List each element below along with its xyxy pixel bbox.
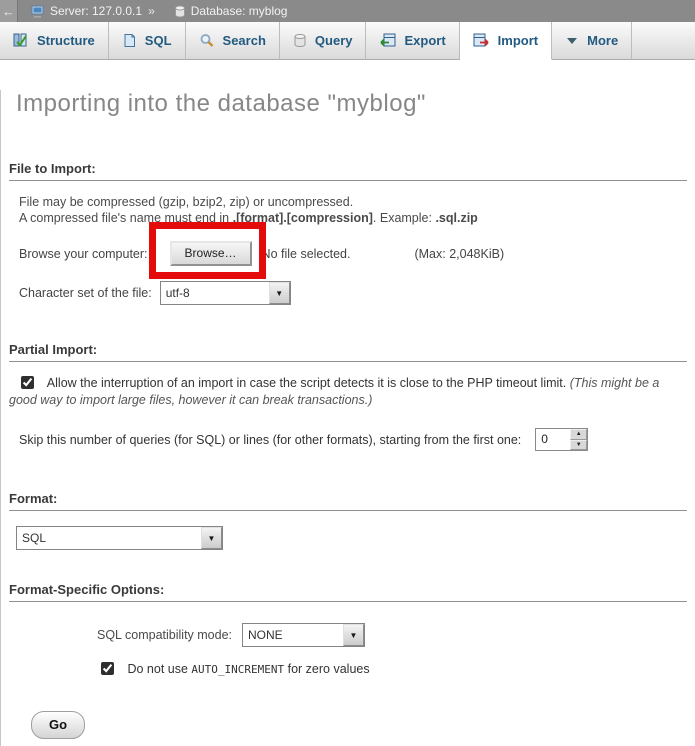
go-button[interactable]: Go xyxy=(31,711,85,739)
browse-row: Browse your computer: Browse… No file se… xyxy=(19,241,695,266)
charset-label: Character set of the file: xyxy=(19,286,152,300)
browse-label: Browse your computer: xyxy=(19,247,148,261)
auto-increment-label-pre: Do not use xyxy=(127,662,191,676)
tab-more[interactable]: More xyxy=(552,22,632,60)
export-icon xyxy=(379,33,396,48)
tab-label: Search xyxy=(223,33,266,48)
no-file-selected-text: No file selected. xyxy=(262,247,351,261)
auto-increment-row: Do not use AUTO_INCREMENT for zero value… xyxy=(97,659,695,678)
sql-page-icon xyxy=(122,33,137,48)
section-heading-format-options: Format-Specific Options: xyxy=(9,582,687,602)
auto-increment-code: AUTO_INCREMENT xyxy=(191,663,284,676)
back-button[interactable]: ← xyxy=(0,0,18,22)
breadcrumb-separator: » xyxy=(148,4,155,18)
tab-import[interactable]: Import xyxy=(460,22,552,60)
tab-search[interactable]: Search xyxy=(186,22,280,60)
tab-export[interactable]: Export xyxy=(366,22,459,60)
format-select[interactable]: SQL ▼ xyxy=(16,526,223,550)
skip-queries-row: Skip this number of queries (for SQL) or… xyxy=(19,428,687,451)
import-page: Importing into the database "myblog" Fil… xyxy=(0,90,695,746)
tab-bar-filler xyxy=(632,22,695,60)
format-selected-value: SQL xyxy=(17,527,201,549)
number-spinner: ▲ ▼ xyxy=(570,429,587,450)
section-heading-partial-import: Partial Import: xyxy=(9,342,687,362)
browse-button[interactable]: Browse… xyxy=(170,241,252,266)
page-title: Importing into the database "myblog" xyxy=(16,90,695,118)
import-icon xyxy=(473,33,490,48)
server-icon xyxy=(31,5,45,18)
section-heading-file-to-import: File to Import: xyxy=(9,161,687,181)
tab-label: Import xyxy=(498,33,538,48)
filename-format-bold: .[format].[compression] xyxy=(233,211,373,225)
filename-example-bold: .sql.zip xyxy=(435,211,477,225)
spinner-down-icon[interactable]: ▼ xyxy=(570,440,587,451)
section-heading-format: Format: xyxy=(9,491,687,511)
breadcrumb-bar: ← Server: 127.0.0.1 » Database: myblog xyxy=(0,0,695,22)
skip-queries-label: Skip this number of queries (for SQL) or… xyxy=(19,433,521,447)
file-import-description: File may be compressed (gzip, bzip2, zip… xyxy=(19,194,685,226)
charset-select[interactable]: utf-8 ▼ xyxy=(160,281,291,305)
structure-icon xyxy=(13,33,29,48)
tab-label: Export xyxy=(404,33,445,48)
auto-increment-label: Do not use AUTO_INCREMENT for zero value… xyxy=(127,662,369,676)
dropdown-arrow-icon[interactable]: ▼ xyxy=(201,527,222,549)
tab-label: More xyxy=(587,33,618,48)
tab-label: Query xyxy=(315,33,353,48)
tab-label: Structure xyxy=(37,33,95,48)
allow-interruption-label: Allow the interruption of an import in c… xyxy=(47,376,570,390)
tab-query[interactable]: Query xyxy=(280,22,367,60)
tab-sql[interactable]: SQL xyxy=(109,22,186,60)
auto-increment-label-post: for zero values xyxy=(284,662,369,676)
query-database-icon xyxy=(293,33,307,48)
compression-info: File may be compressed (gzip, bzip2, zip… xyxy=(19,195,353,209)
tab-label: SQL xyxy=(145,33,172,48)
chevron-down-icon xyxy=(565,36,579,46)
sql-compatibility-select[interactable]: NONE ▼ xyxy=(242,623,365,647)
dropdown-arrow-icon[interactable]: ▼ xyxy=(269,282,290,304)
tab-structure[interactable]: Structure xyxy=(0,22,109,60)
filename-example-text: . Example: xyxy=(373,211,436,225)
allow-interruption-checkbox[interactable] xyxy=(21,376,34,389)
database-icon xyxy=(174,5,186,18)
breadcrumb-database[interactable]: Database: myblog xyxy=(191,4,288,18)
sql-compatibility-row: SQL compatibility mode: NONE ▼ xyxy=(97,623,695,647)
charset-row: Character set of the file: utf-8 ▼ xyxy=(19,281,695,305)
back-arrow-icon: ← xyxy=(2,4,15,19)
max-size-note: (Max: 2,048KiB) xyxy=(414,247,504,261)
skip-queries-input[interactable]: 0 ▲ ▼ xyxy=(535,428,588,451)
sql-compatibility-label: SQL compatibility mode: xyxy=(97,628,232,642)
skip-queries-value: 0 xyxy=(536,429,570,450)
spinner-up-icon[interactable]: ▲ xyxy=(570,429,587,440)
sql-compatibility-value: NONE xyxy=(243,624,343,646)
breadcrumb-server[interactable]: Server: 127.0.0.1 xyxy=(50,4,142,18)
dropdown-arrow-icon[interactable]: ▼ xyxy=(343,624,364,646)
tab-bar: Structure SQL Search Query xyxy=(0,22,695,60)
auto-increment-checkbox[interactable] xyxy=(101,662,114,675)
allow-interruption-row: Allow the interruption of an import in c… xyxy=(9,375,687,409)
charset-selected-value: utf-8 xyxy=(161,282,269,304)
filename-rule-text: A compressed file's name must end in xyxy=(19,211,233,225)
search-icon xyxy=(199,33,215,48)
